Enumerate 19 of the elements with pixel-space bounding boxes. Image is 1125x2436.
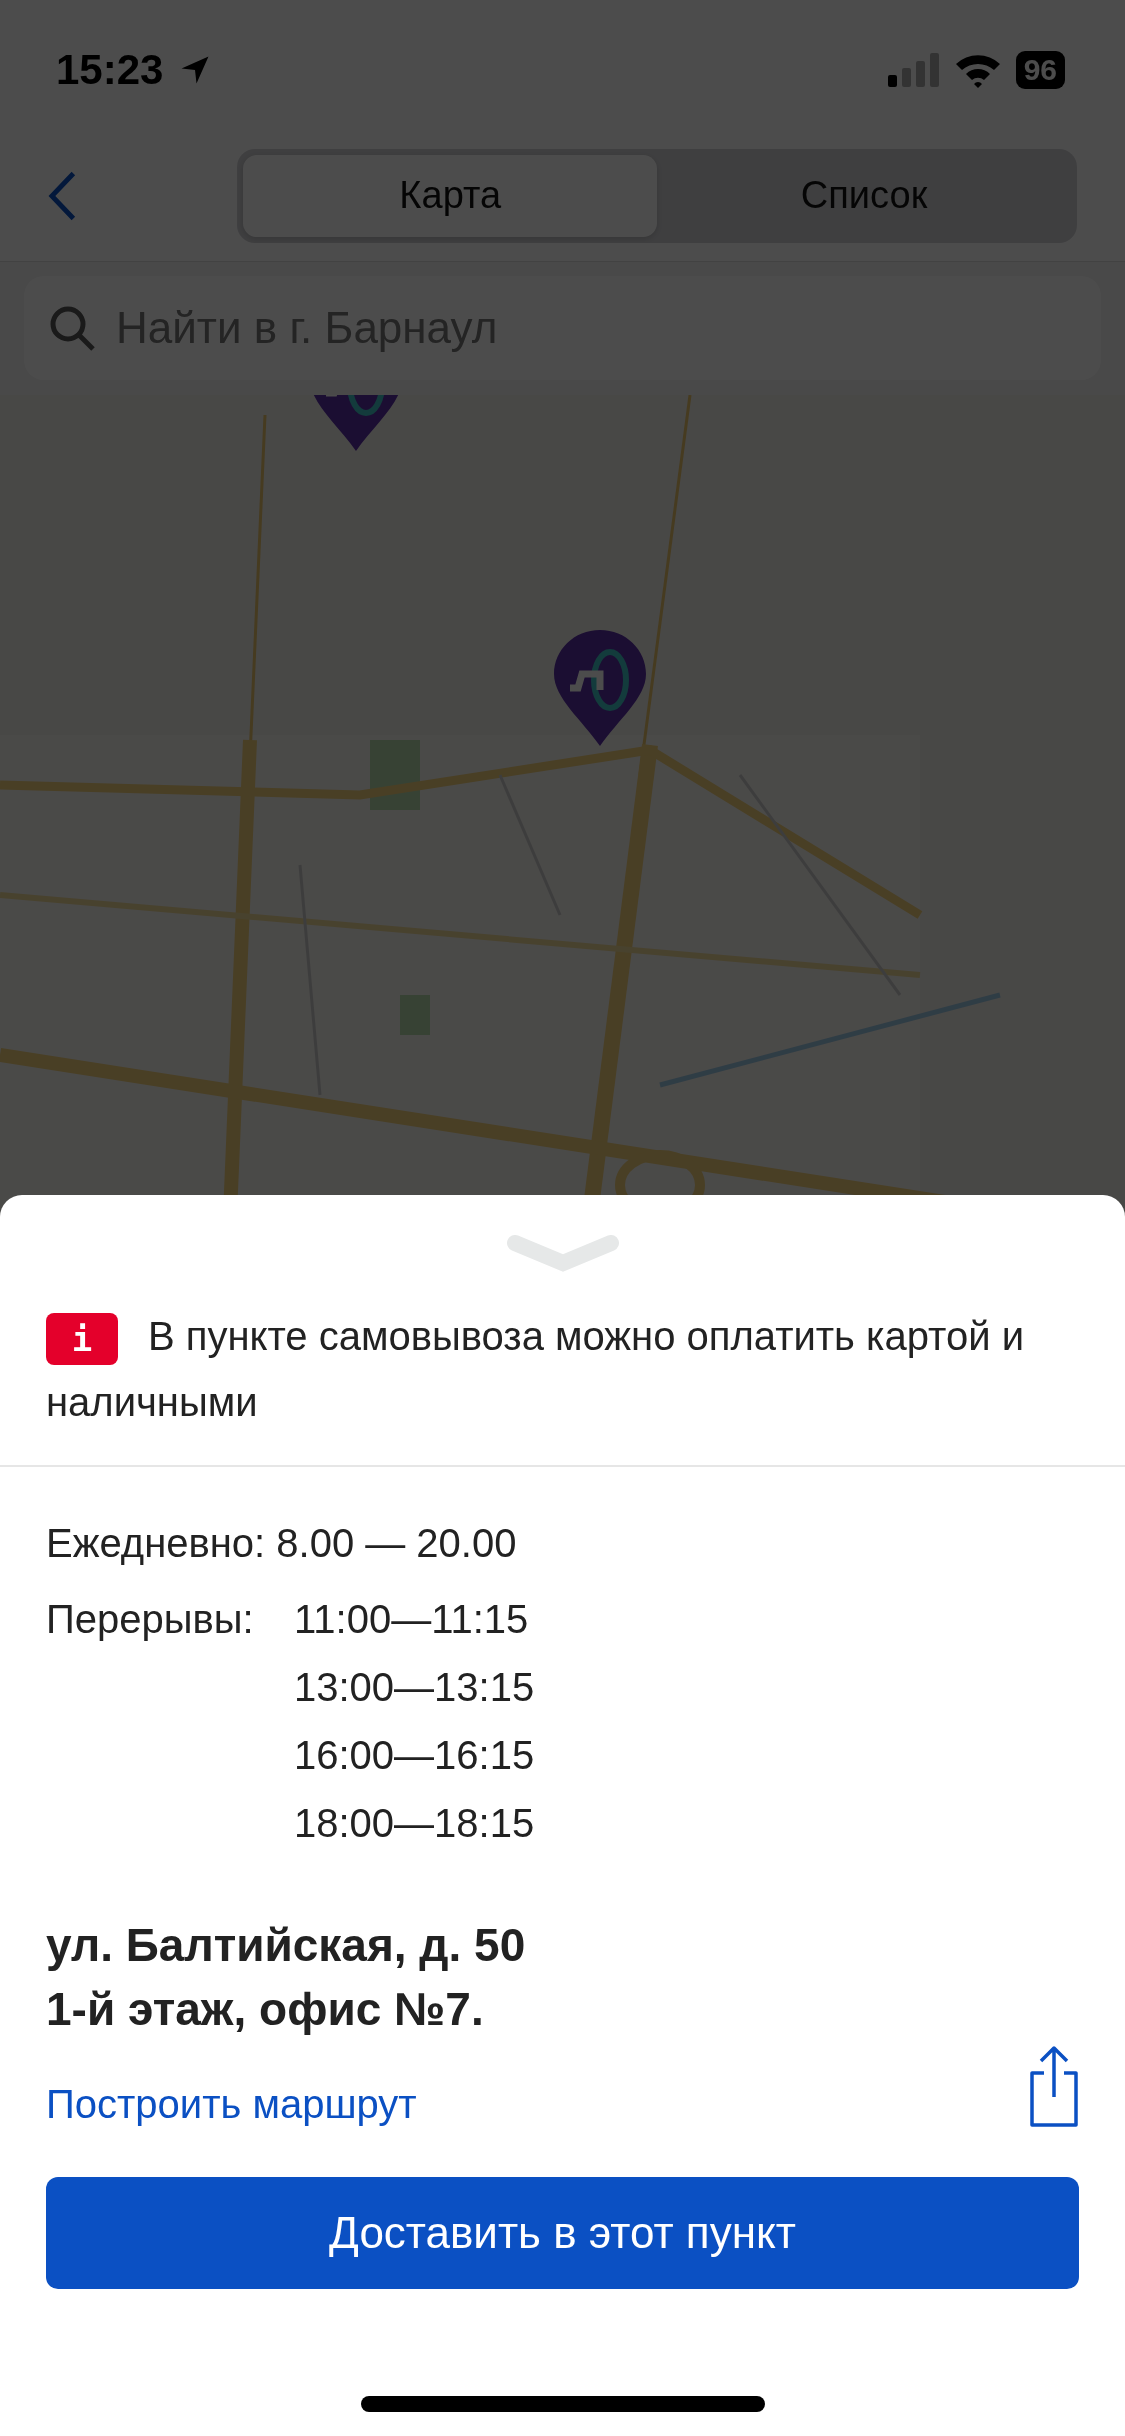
payment-notice: i В пункте самовывоза можно оплатить картой и наличными [46, 1312, 1025, 1426]
address-line: 1-й этаж, офис №7. [46, 1982, 484, 2037]
deliver-button[interactable]: Доставить в этот пункт [46, 2177, 1079, 2289]
break-time: 18:00—18:15 [294, 1800, 536, 1847]
info-badge: i [46, 1313, 118, 1366]
battery-level: 96 [1015, 51, 1065, 89]
breaks-label: Перерывы: [46, 1596, 255, 1643]
back-icon[interactable] [48, 169, 78, 222]
break-time: 16:00—16:15 [294, 1732, 536, 1779]
break-time: 11:00—11:15 [294, 1596, 530, 1643]
share-icon[interactable] [1029, 2045, 1079, 2127]
signal-icon [887, 53, 940, 87]
search-icon [48, 304, 96, 352]
map-pin-icon[interactable] [552, 628, 648, 748]
address-line: ул. Балтийская, д. 50 [46, 1918, 526, 1973]
status-time: 15:23 [56, 46, 164, 94]
break-time: 13:00—13:15 [294, 1664, 536, 1711]
route-link[interactable]: Построить маршрут [46, 2082, 417, 2127]
working-hours: Ежедневно: 8.00 — 20.00 [46, 1520, 518, 1567]
